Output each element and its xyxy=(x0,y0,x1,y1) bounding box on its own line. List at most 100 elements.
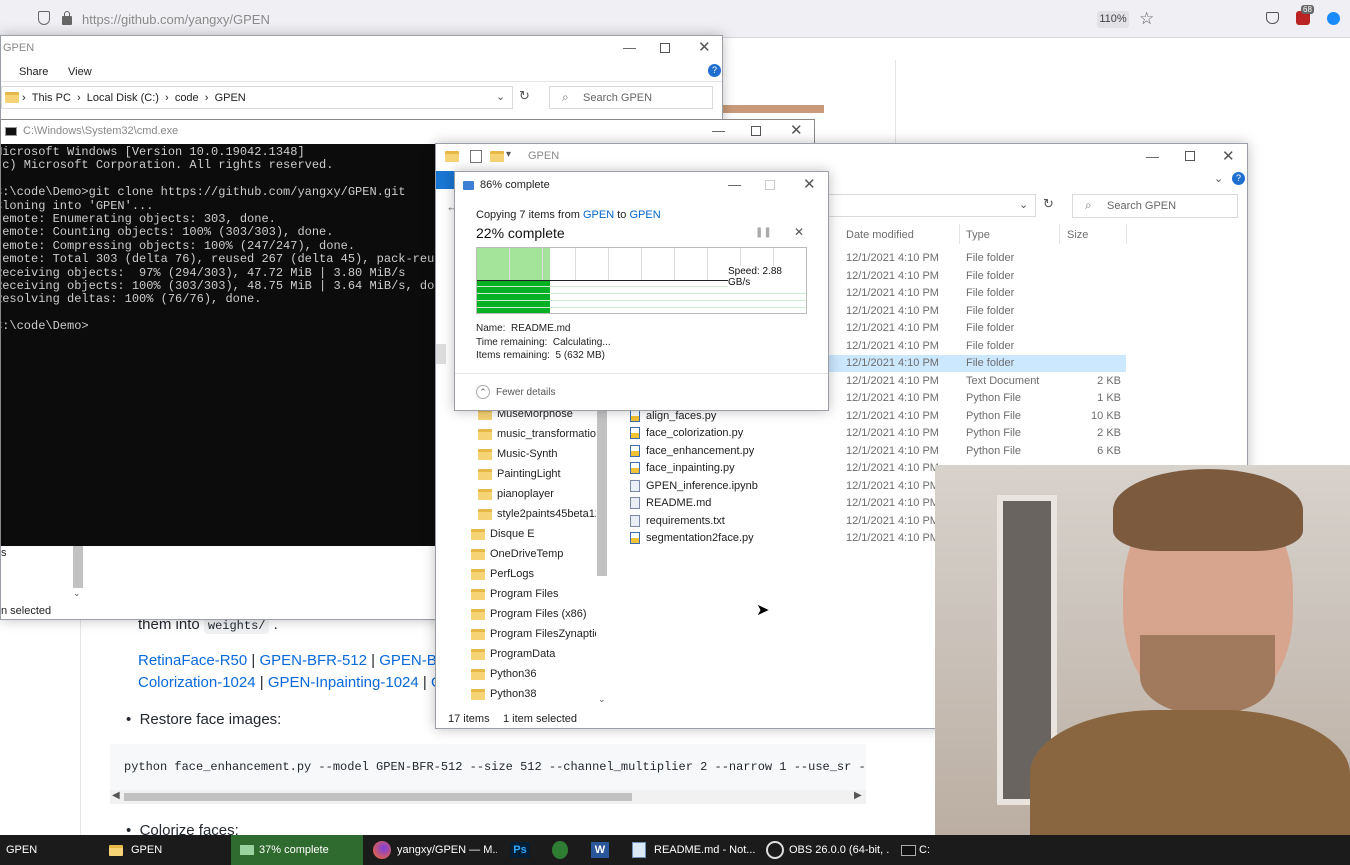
scroll-thumb[interactable] xyxy=(124,793,632,801)
column-date-modified[interactable]: Date modified xyxy=(846,229,914,241)
fewer-details-button[interactable]: Fewer details xyxy=(496,387,555,398)
breadcrumb-this-pc[interactable]: This PC xyxy=(32,92,71,104)
cmd-icon xyxy=(5,127,17,136)
breadcrumb-code[interactable]: code xyxy=(175,92,199,104)
properties-icon[interactable] xyxy=(470,150,482,163)
cmd-maximize-button[interactable] xyxy=(751,126,761,136)
file-type: File folder xyxy=(966,304,1015,317)
shield-icon[interactable] xyxy=(38,11,50,25)
tree-item[interactable]: Program Files (x86) xyxy=(471,606,596,622)
tree-item[interactable]: Python38 xyxy=(471,686,596,702)
tree-item[interactable]: Program Files xyxy=(471,586,596,602)
scroll-down-arrow[interactable]: ⌄ xyxy=(73,588,81,599)
maximize-button[interactable] xyxy=(660,43,670,53)
dialog-close-button[interactable]: ✕ xyxy=(803,175,816,193)
link-separator: | xyxy=(418,674,431,691)
ribbon-chevron-icon[interactable]: ⌄ xyxy=(1214,172,1223,185)
nav-scrollbar[interactable] xyxy=(73,546,83,588)
taskbar-item-firefox[interactable]: yangxy/GPEN — M... xyxy=(367,835,497,865)
link-gpen-bfr-512[interactable]: GPEN-BFR-512 xyxy=(259,652,367,669)
help-icon[interactable]: ? xyxy=(1232,172,1245,185)
menu-share[interactable]: Share xyxy=(19,66,48,78)
tree-item[interactable]: PerfLogs xyxy=(471,566,596,582)
maximize-button[interactable] xyxy=(1185,151,1195,161)
link-retinaface[interactable]: RetinaFace-R50 xyxy=(138,652,247,669)
items-label: Items remaining: xyxy=(476,350,550,361)
taskbar-item-notepad[interactable]: README.md - Not... xyxy=(627,835,757,865)
file-date: 12/1/2021 4:10 PM xyxy=(846,444,939,457)
tree-item[interactable]: style2paints45beta1214 xyxy=(478,506,596,522)
url-field[interactable]: https://github.com/yangxy/GPEN xyxy=(82,12,270,27)
taskbar-item-obs[interactable]: OBS 26.0.0 (64-bit, ... xyxy=(762,835,890,865)
tree-item[interactable]: OneDriveTemp xyxy=(471,546,596,562)
cmd-close-button[interactable]: ✕ xyxy=(790,121,803,139)
chevron-up-icon[interactable]: ⌃ xyxy=(476,385,490,399)
dest-link[interactable]: GPEN xyxy=(629,209,660,221)
code-scrollbar[interactable]: ◀ ▶ xyxy=(110,790,866,804)
tree-item[interactable]: music_transformation_ xyxy=(478,426,596,442)
tree-item[interactable]: Music-Synth xyxy=(478,446,596,462)
taskbar-item-gpen-explorer[interactable]: GPEN xyxy=(104,835,229,865)
column-size[interactable]: Size xyxy=(1067,229,1088,241)
file-row[interactable]: face_colorization.py 12/1/2021 4:10 PM Pyt… xyxy=(611,425,1126,442)
taskbar-item-gpen-cmd[interactable]: GPEN xyxy=(0,835,100,865)
search-box[interactable]: ⌕ Search GPEN xyxy=(1072,194,1238,218)
refresh-icon[interactable]: ↻ xyxy=(1043,196,1054,212)
scroll-down-arrow[interactable]: ⌄ xyxy=(598,694,606,705)
link-inpainting[interactable]: GPEN-Inpainting-1024 xyxy=(268,674,419,691)
taskbar-item-word[interactable]: W xyxy=(585,835,615,865)
tree-item[interactable]: Python36 xyxy=(471,666,596,682)
help-icon[interactable]: ? xyxy=(708,64,721,77)
pause-button[interactable]: ❚❚ xyxy=(755,227,772,238)
taskbar-item-label: GPEN xyxy=(131,844,163,856)
star-icon[interactable]: ☆ xyxy=(1139,9,1154,29)
search-box[interactable]: ⌕ Search GPEN xyxy=(549,86,713,109)
cancel-button[interactable]: ✕ xyxy=(794,225,804,239)
minimize-button[interactable]: — xyxy=(623,40,636,55)
taskbar-item-photoshop[interactable]: Ps xyxy=(505,835,535,865)
minimize-button[interactable]: — xyxy=(1146,149,1159,164)
chevron-down-icon[interactable]: ⌄ xyxy=(496,90,505,103)
file-date: 12/1/2021 4:10 PM xyxy=(846,269,939,282)
tree-item[interactable]: PaintingLight xyxy=(478,466,596,482)
new-folder-icon[interactable] xyxy=(490,151,504,162)
scroll-right-arrow[interactable]: ▶ xyxy=(854,790,862,801)
breadcrumb-local-disk[interactable]: Local Disk (C:) xyxy=(87,92,159,104)
dialog-minimize-button[interactable]: — xyxy=(728,177,741,192)
file-name: segmentation2face.py xyxy=(646,532,754,544)
detail-items: Items remaining: 5 (632 MB) xyxy=(476,350,605,361)
code-block: python face_enhancement.py --model GPEN-… xyxy=(110,744,866,790)
address-bar[interactable]: ⌄ xyxy=(826,194,1036,217)
tree-item[interactable]: pianoplayer xyxy=(478,486,596,502)
browser-toolbar: https://github.com/yangxy/GPEN 110% ☆ 68 xyxy=(0,0,1350,38)
pocket-icon[interactable] xyxy=(1266,12,1279,24)
items-value: 5 (632 MB) xyxy=(555,350,605,361)
tree-item[interactable]: ProgramData xyxy=(471,646,596,662)
address-bar[interactable]: › This PC › Local Disk (C:) › code › GPE… xyxy=(1,86,513,109)
link-colorization[interactable]: Colorization-1024 xyxy=(138,674,256,691)
tree-item[interactable]: Program FilesZynaptiq xyxy=(471,626,596,642)
breadcrumb-gpen[interactable]: GPEN xyxy=(215,92,246,104)
tree-item-label: PerfLogs xyxy=(490,568,535,580)
qat-chevron-icon[interactable]: ▾ xyxy=(506,149,511,160)
taskbar-item-app[interactable] xyxy=(545,835,575,865)
close-button[interactable]: ✕ xyxy=(1222,147,1235,165)
close-button[interactable]: ✕ xyxy=(698,38,711,56)
column-type[interactable]: Type xyxy=(966,229,990,241)
file-tab[interactable] xyxy=(436,171,456,189)
chevron-down-icon[interactable]: ⌄ xyxy=(1019,198,1028,211)
taskbar-item-copy-progress[interactable]: 37% complete xyxy=(231,835,363,865)
taskbar-item-cmd[interactable]: C: xyxy=(898,835,934,865)
tree-scrollbar[interactable] xyxy=(597,406,607,576)
tree-item[interactable]: Disque E xyxy=(471,526,596,542)
refresh-icon[interactable]: ↻ xyxy=(519,88,530,104)
menu-view[interactable]: View xyxy=(68,66,92,78)
account-icon[interactable] xyxy=(1327,12,1340,25)
file-date: 12/1/2021 4:10 PM xyxy=(846,479,939,492)
folder-icon xyxy=(478,508,492,520)
zoom-indicator[interactable]: 110% xyxy=(1097,11,1129,28)
source-link[interactable]: GPEN xyxy=(583,209,614,221)
cmd-minimize-button[interactable]: — xyxy=(712,123,725,138)
scroll-left-arrow[interactable]: ◀ xyxy=(112,790,120,801)
file-row[interactable]: face_enhancement.py 12/1/2021 4:10 PM Pyth… xyxy=(611,443,1126,460)
